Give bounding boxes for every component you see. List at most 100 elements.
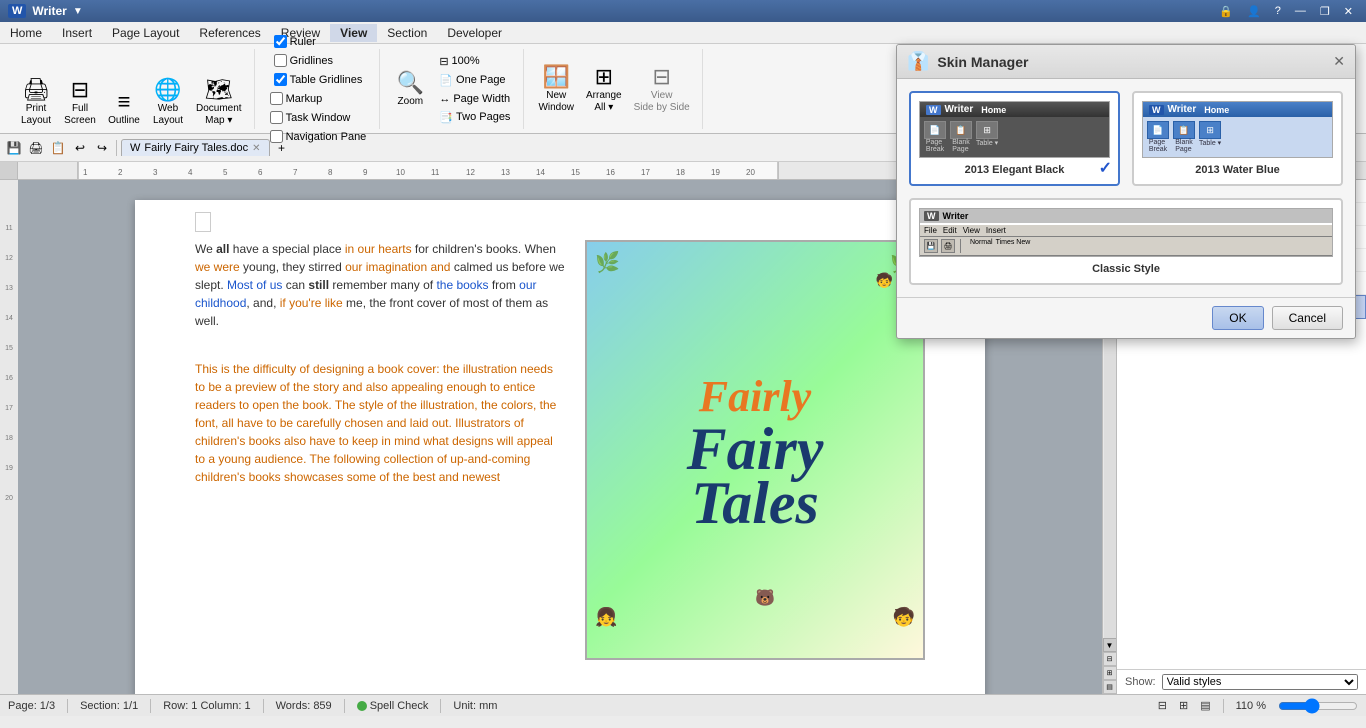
character-3: 🧒 [876,272,893,289]
doc-tab-close[interactable]: ✕ [252,143,260,154]
save-btn[interactable]: 💾 [4,138,24,158]
skin-manager-close-btn[interactable]: ✕ [1333,53,1345,70]
status-sep-6 [1223,699,1224,713]
help-icon[interactable]: ? [1270,5,1286,18]
zoom-slider[interactable] [1278,698,1358,714]
skin3-titlebar: W Writer [920,209,1332,225]
skin1-table-icon: ⊞ [976,121,998,139]
view-icon-1[interactable]: ⊟ [1158,699,1167,712]
menu-section[interactable]: Section [377,24,437,42]
undo-btn[interactable]: ↩ [70,138,90,158]
zoom-100-btn[interactable]: ⊟ 100% [434,53,515,70]
page-width-btn[interactable]: ↔ Page Width [434,91,515,107]
show-styles-select[interactable]: Valid styles All styles Used styles [1162,674,1358,690]
close-btn[interactable]: ✕ [1339,5,1358,18]
skin-manager-header: 👔 Skin Manager ✕ [897,45,1355,79]
gridlines-checkbox[interactable] [274,54,287,67]
skin-manager-title: 👔 Skin Manager [907,51,1028,72]
view-icon-3[interactable]: ▤ [1200,699,1210,712]
show-group: Ruler Gridlines Table Gridlines Markup T… [257,49,381,129]
view-side-btn[interactable]: ⊟ ViewSide by Side [630,62,694,116]
arrange-all-btn[interactable]: ⊞ ArrangeAll ▾ [582,62,626,116]
scroll-down-btn[interactable]: ▼ [1103,638,1117,652]
view-layout-group: 🖨 PrintLayout ⊟ FullScreen ≡ Outline 🌐 W… [8,49,255,129]
svg-text:4: 4 [188,168,193,177]
svg-text:1: 1 [83,168,88,177]
minimize-btn[interactable]: — [1290,5,1311,18]
web-layout-icon: 🌐 [154,77,181,103]
zoom-btn[interactable]: 🔍 Zoom [390,68,430,110]
two-pages-btn[interactable]: 📑 Two Pages [434,109,515,126]
view-icon-2[interactable]: ⊞ [1179,699,1188,712]
zoom-icon: 🔍 [397,70,424,96]
skin2-blankpage-icon: 📋 [1173,121,1195,139]
taskwindow-checkbox[interactable] [270,111,283,124]
svg-text:12: 12 [466,168,475,177]
markup-checkbox-label[interactable]: Markup [265,90,372,107]
svg-text:17: 17 [641,168,650,177]
svg-text:16: 16 [5,375,13,382]
status-sep-1 [67,699,68,713]
menu-pagelayout[interactable]: Page Layout [102,24,189,42]
skin1-pagebreak-label: PageBreak [926,139,944,153]
document-page: Fairly Fairy Tales 🌿 🌿 👧 🧒 🧒 🐻 [135,200,985,694]
skin-elegant-black-name: 2013 Elegant Black [919,164,1110,176]
svg-text:19: 19 [711,168,720,177]
redo-btn[interactable]: ↪ [92,138,112,158]
gridlines-checkbox-label[interactable]: Gridlines [269,52,368,69]
section-info: Section: 1/1 [80,700,138,712]
outline-btn[interactable]: ≡ Outline [104,87,144,129]
skin-water-blue[interactable]: W Writer Home 📄 PageBreak 📋 BlankPage ⊞ [1132,91,1343,186]
character-2: 🧒 [893,607,915,628]
svg-text:5: 5 [223,168,228,177]
restore-btn[interactable]: ❐ [1315,5,1335,18]
outline-icon: ≡ [118,89,131,115]
table-gridlines-checkbox-label[interactable]: Table Gridlines [269,71,368,88]
svg-text:15: 15 [5,345,13,352]
view-toggle-1[interactable]: ⊟ [1103,652,1117,666]
book-cover-text: Fairly Fairy Tales [687,371,824,530]
ruler-checkbox[interactable] [274,35,287,48]
fullscreen-btn[interactable]: ⊟ FullScreen [60,75,100,129]
view-side-icon: ⊟ [652,64,670,90]
ok-btn[interactable]: OK [1212,306,1263,330]
doc-tab-icon: W [130,142,140,154]
svg-text:13: 13 [501,168,510,177]
skin1-blankpage-icon: 📋 [950,121,972,139]
title-bar-dropdown[interactable]: ▼ [73,6,83,17]
view-toggle-2[interactable]: ⊞ [1103,666,1117,680]
document-tab[interactable]: W Fairly Fairy Tales.doc ✕ [121,139,270,156]
menu-developer[interactable]: Developer [437,24,512,42]
new-window-btn[interactable]: 🪟 NewWindow [534,62,578,116]
print-btn[interactable]: 🖨 [26,138,46,158]
svg-text:3: 3 [153,168,158,177]
print-layout-icon: 🖨 [22,77,50,103]
skin-elegant-black[interactable]: W Writer Home 📄 PageBreak 📋 BlankPage ⊞ [909,91,1120,186]
status-sep-3 [263,699,264,713]
menu-home[interactable]: Home [0,24,52,42]
markup-checkbox[interactable] [270,92,283,105]
new-tab-btn[interactable]: + [272,138,292,158]
unit-info: Unit: mm [453,700,497,712]
paste-btn[interactable]: 📋 [48,138,68,158]
fullscreen-icon: ⊟ [71,77,89,103]
menu-insert[interactable]: Insert [52,24,102,42]
view-toggle-3[interactable]: ▤ [1103,680,1117,694]
ruler-checkbox-label[interactable]: Ruler [269,33,368,50]
cursor-indicator [195,212,211,232]
taskwindow-checkbox-label[interactable]: Task Window [265,109,372,126]
skin-manager-dialog: 👔 Skin Manager ✕ W Writer Home 📄 PageBre… [896,44,1356,339]
cancel-btn[interactable]: Cancel [1272,306,1343,330]
print-layout-btn[interactable]: 🖨 PrintLayout [16,75,56,129]
skin-classic-name: Classic Style [919,263,1333,275]
document-map-btn[interactable]: 🗺 DocumentMap ▾ [192,75,246,129]
left-ruler: 11 12 13 14 15 16 17 18 19 20 [0,180,18,694]
arrange-all-icon: ⊞ [595,64,613,90]
web-layout-btn[interactable]: 🌐 WebLayout [148,75,188,129]
one-page-btn[interactable]: 📄 One Page [434,72,515,89]
table-gridlines-checkbox[interactable] [274,73,287,86]
skin2-table-label: Table ▾ [1199,139,1221,147]
skin-classic-style[interactable]: W Writer File Edit View Insert 💾 🖨 Norma… [909,198,1343,285]
skin2-table-icon: ⊞ [1199,121,1221,139]
menu-references[interactable]: References [189,24,270,42]
